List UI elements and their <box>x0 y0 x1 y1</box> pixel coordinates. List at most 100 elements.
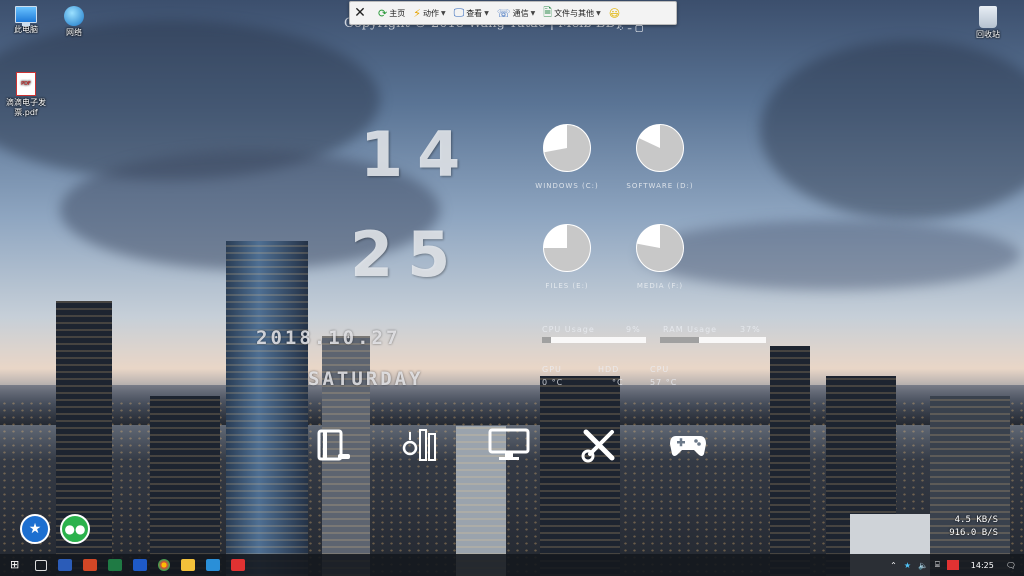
pdf-file-icon: PDF <box>16 72 36 96</box>
tray-app-icon[interactable]: ★ <box>904 561 911 570</box>
chevron-down-icon: ▼ <box>484 9 489 17</box>
remote-toolbar: ✕ ⟳ 主页 ⚡ 动作 ▼ 🖵 查看 ▼ ☏ 通信 ▼ 🗎 文件与其他 ▼ 😃 <box>349 1 677 25</box>
outlook-icon[interactable] <box>133 559 147 571</box>
net-upload-speed: 4.5 KB/S <box>954 515 998 525</box>
taskbar: ⊞ ⌃ ★ 🔈 ⌸ 14:25 🗨 <box>0 554 1024 576</box>
start-windows-icon[interactable]: ⊞ <box>10 559 24 571</box>
powerpoint-icon[interactable] <box>83 559 97 571</box>
net-download-speed: 916.0 B/S <box>949 528 998 538</box>
disk-pie <box>636 124 684 172</box>
clock-date: 2018.10.27 <box>256 327 401 349</box>
network-icon <box>64 6 84 26</box>
disk-label: MEDIA (F:) <box>636 282 684 290</box>
desktop-icon-network[interactable]: 网络 <box>52 6 96 38</box>
ram-usage-value: 37% <box>740 325 761 334</box>
toolbar-window-controls[interactable]: ⁘ – ▢ <box>617 24 643 34</box>
toolbar-view[interactable]: 🖵 查看 ▼ <box>454 6 489 20</box>
excel-icon[interactable] <box>108 559 122 571</box>
desktop-icon-label: 网络 <box>66 28 82 37</box>
system-tray: ⌃ ★ 🔈 ⌸ 14:25 🗨 <box>883 554 1024 576</box>
clock-weekday: SATURDAY <box>308 368 424 390</box>
toolbar-files[interactable]: 🗎 文件与其他 ▼ <box>543 4 600 23</box>
cpu-usage-bar <box>542 337 646 343</box>
disk-gauge-e: FILES (E:) <box>517 222 617 290</box>
taskbar-clock[interactable]: 14:25 <box>971 561 994 570</box>
book-icon <box>317 429 350 461</box>
network-tray-icon[interactable]: ⌸ <box>935 560 940 570</box>
gpu-label: GPU <box>542 365 562 374</box>
chevron-down-icon: ▼ <box>440 9 446 17</box>
word-icon[interactable] <box>58 559 72 571</box>
launcher-settings[interactable] <box>580 426 618 464</box>
building <box>540 376 620 576</box>
input-method-icon[interactable] <box>946 560 959 570</box>
disk-pie <box>543 224 591 272</box>
chevron-down-icon: ▼ <box>596 9 601 17</box>
tools-icon <box>402 429 436 461</box>
file-explorer-icon[interactable] <box>181 559 195 571</box>
this-pc-icon <box>15 6 37 26</box>
building <box>770 346 810 576</box>
toolbar-communication[interactable]: ☏ 通信 ▼ <box>497 7 535 20</box>
chevron-up-icon[interactable]: ⌃ <box>890 561 897 570</box>
disk-label: SOFTWARE (D:) <box>626 182 694 190</box>
chrome-icon[interactable] <box>158 559 170 571</box>
disk-gauge-c: WINDOWS (C:) <box>517 122 617 190</box>
building <box>930 396 1010 576</box>
toolbar-label: 主页 <box>389 8 406 18</box>
file-icon: 🗎 <box>543 5 553 19</box>
ram-usage-bar <box>660 337 766 343</box>
gpu-temp: 0 °C <box>542 378 564 387</box>
volume-icon[interactable]: 🔈 <box>918 561 928 570</box>
cpu-usage-value: 9% <box>626 325 641 334</box>
hdd-temp: °C <box>612 378 624 387</box>
disk-gauge-d: SOFTWARE (D:) <box>610 122 710 190</box>
wrench-screwdriver-icon <box>581 429 615 463</box>
disk-label: FILES (E:) <box>545 282 589 290</box>
launcher-book[interactable] <box>316 428 350 462</box>
chevron-down-icon: ▼ <box>530 9 536 17</box>
cpu-temp-label: CPU <box>650 365 670 374</box>
toolbar-label: 文件与其他 <box>554 8 595 18</box>
app-shortcut-blue[interactable]: ★ <box>20 514 50 544</box>
monitor-icon: 🖵 <box>453 6 465 19</box>
disk-pie <box>636 224 684 272</box>
pdf-reader-icon[interactable] <box>231 559 245 571</box>
close-icon[interactable]: ✕ <box>350 5 370 21</box>
desktop-icon-pdf[interactable]: PDF 滴滴电子发票.pdf <box>2 72 50 118</box>
toolbar-emoji[interactable]: 😃 <box>609 7 622 20</box>
toolbar-label: 查看 <box>466 8 483 18</box>
refresh-icon: ⟳ <box>378 6 388 20</box>
gamepad-icon <box>670 436 706 456</box>
cpu-usage-label: CPU Usage <box>542 325 595 334</box>
desktop-icon-label: 回收站 <box>976 30 1000 39</box>
app-icon[interactable] <box>206 559 220 571</box>
wechat-icon: ●● <box>64 522 86 536</box>
building <box>226 241 308 576</box>
cloud <box>760 40 1024 220</box>
toolbar-home[interactable]: ⟳ 主页 <box>378 7 405 20</box>
desktop-wallpaper <box>0 0 1024 576</box>
cpu-temp: 57 °C <box>650 378 678 387</box>
desktop-icon-recycle-bin[interactable]: 回收站 <box>966 6 1010 40</box>
task-view-icon[interactable] <box>35 559 47 571</box>
hdd-label: HDD <box>598 365 620 374</box>
app-shortcut-wechat[interactable]: ●● <box>60 514 90 544</box>
disk-gauge-f: MEDIA (F:) <box>610 222 710 290</box>
cpu-usage-fill <box>542 337 552 343</box>
ram-usage-label: RAM Usage <box>663 325 718 334</box>
phone-icon: ☏ <box>496 6 511 20</box>
monitor-icon <box>488 428 530 460</box>
clock-minute: 25 <box>350 218 465 291</box>
clock-hour: 14 <box>360 118 475 191</box>
desktop-icon-this-pc[interactable]: 此电脑 <box>4 6 48 35</box>
desktop-icon-label: 滴滴电子发票.pdf <box>6 98 46 117</box>
toolbar-label: 动作 <box>422 8 439 18</box>
launcher-tools[interactable] <box>400 426 438 464</box>
toolbar-label: 通信 <box>512 8 529 18</box>
launcher-games[interactable] <box>668 430 708 460</box>
toolbar-actions[interactable]: ⚡ 动作 ▼ <box>413 7 445 20</box>
notification-icon[interactable]: 🗨 <box>1006 561 1016 570</box>
smiley-icon: 😃 <box>608 6 621 20</box>
launcher-monitor[interactable] <box>488 428 530 462</box>
